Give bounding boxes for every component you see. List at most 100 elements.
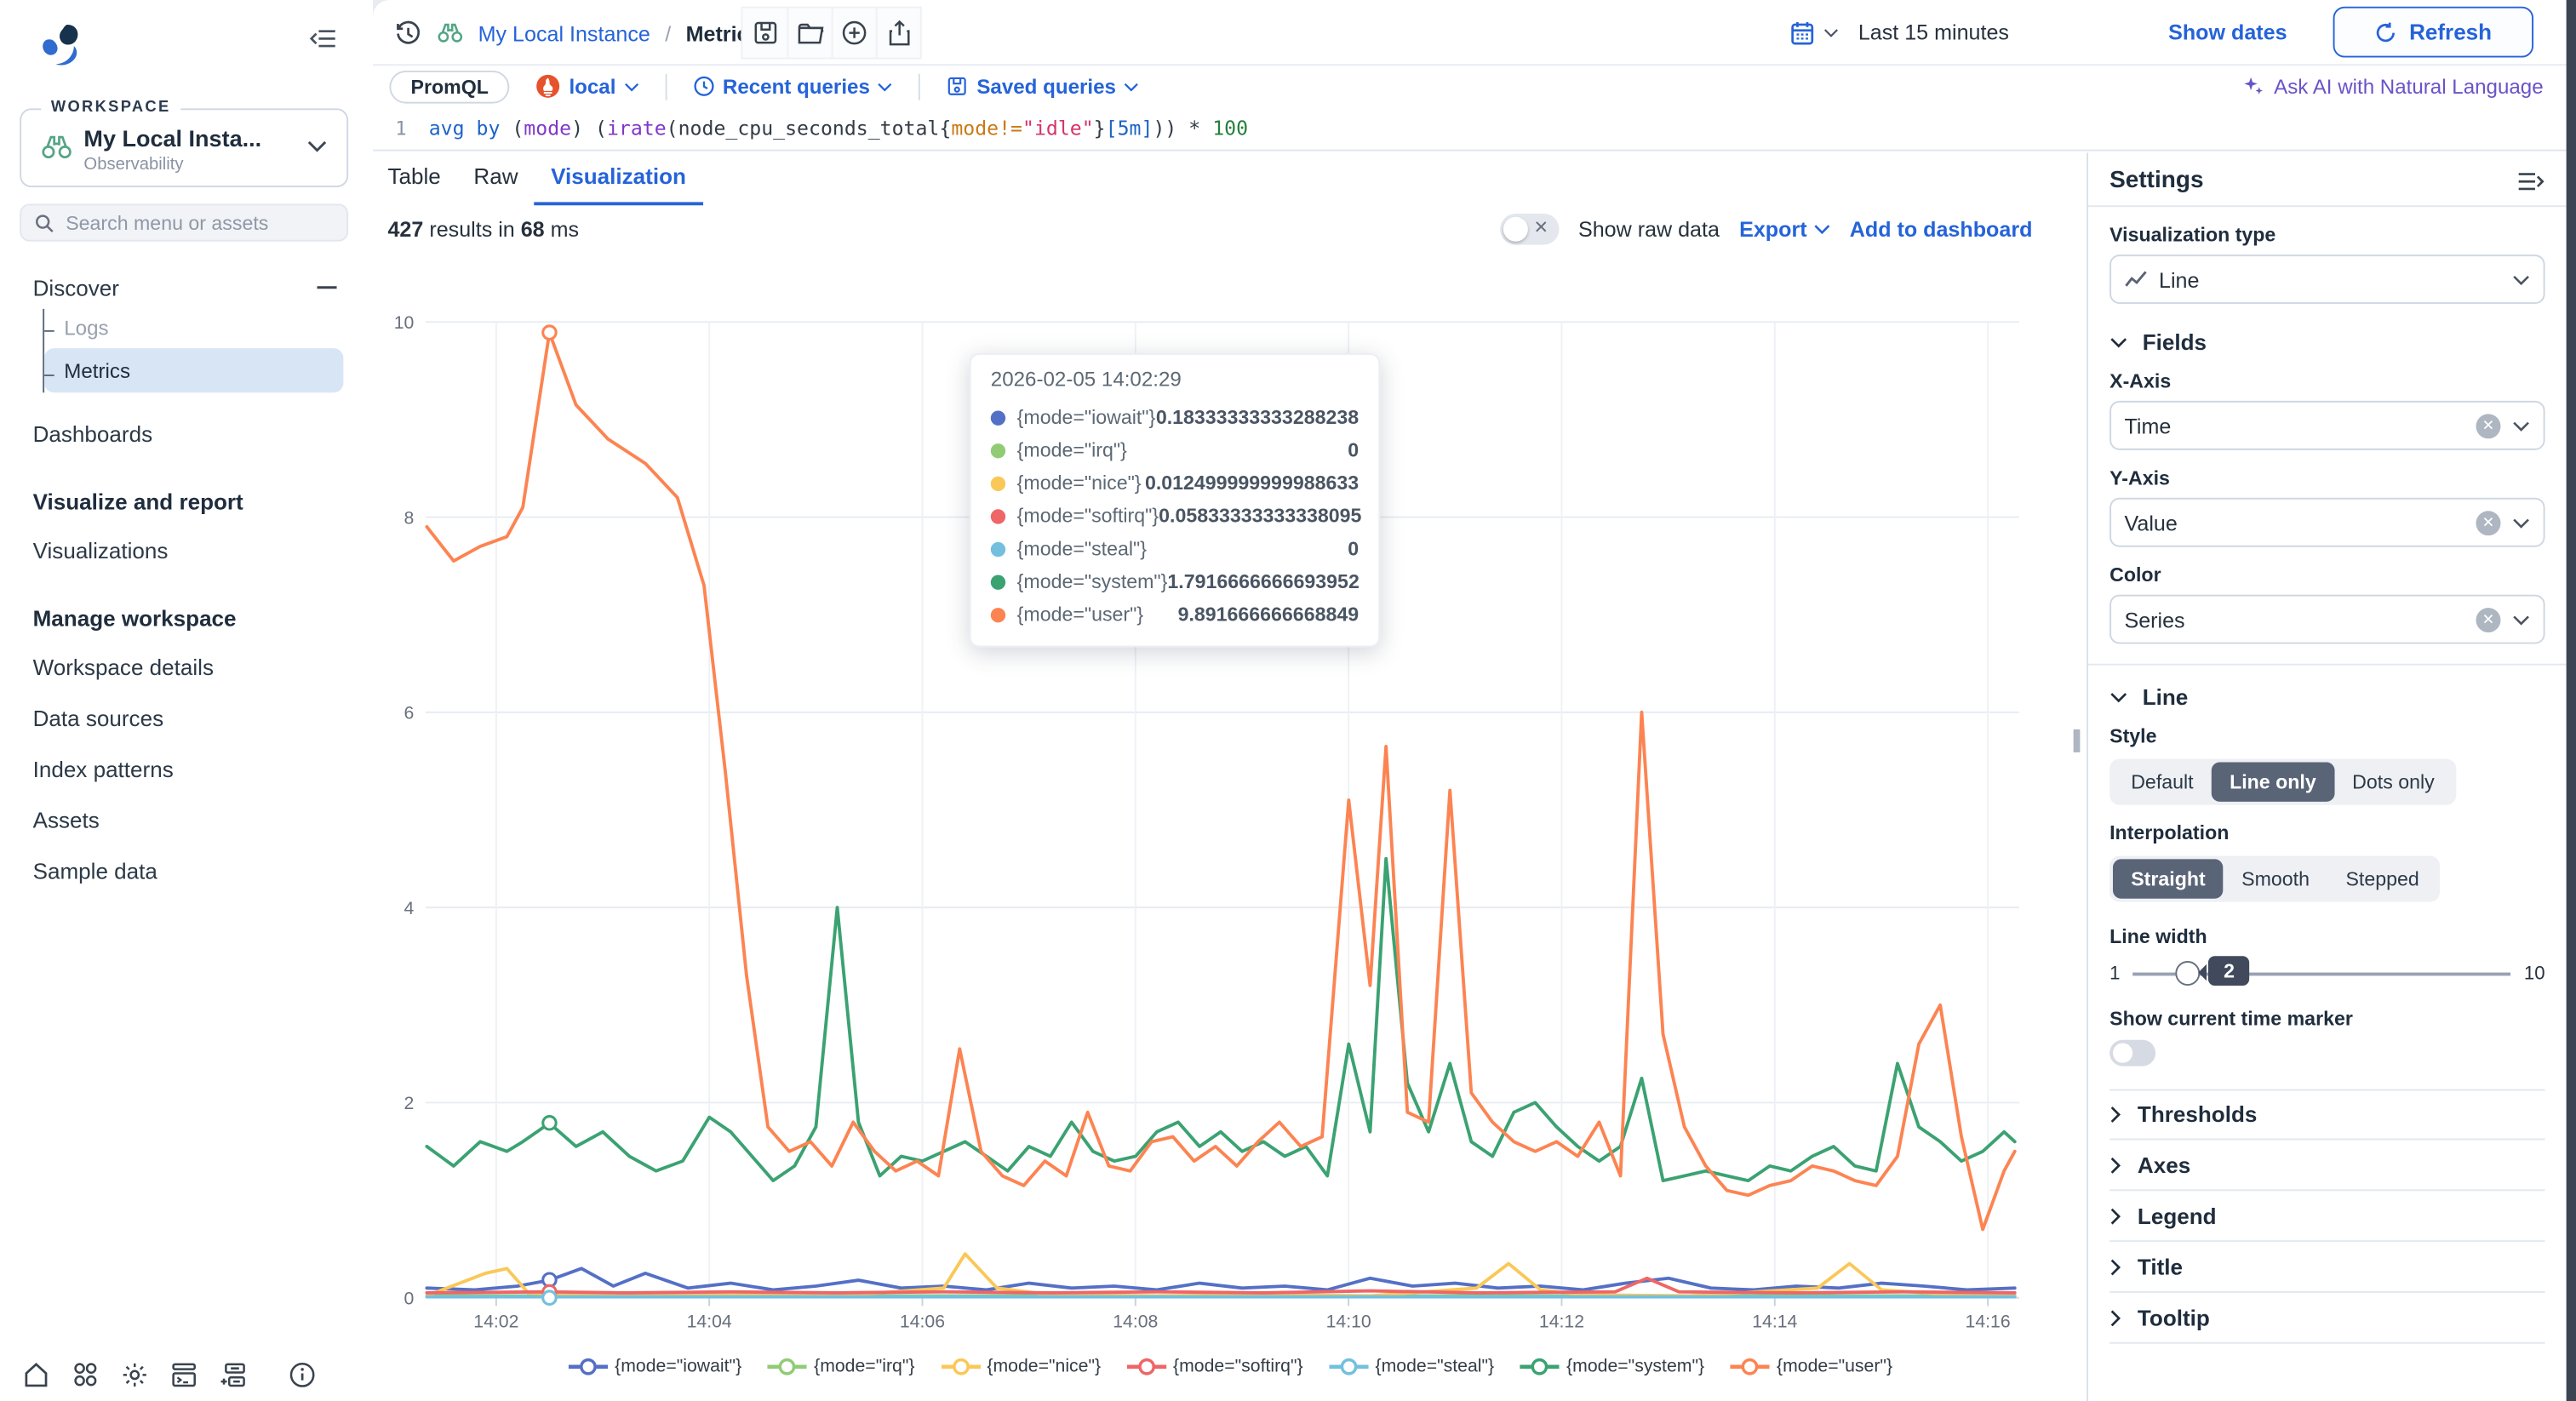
legend-item[interactable]: {mode="irq"}	[768, 1357, 914, 1376]
legend-marker-icon	[768, 1357, 807, 1376]
sidebar-item-data-sources[interactable]: Data sources	[0, 696, 373, 739]
y-axis-label: Y-Axis	[2109, 466, 2545, 489]
share-icon	[886, 20, 911, 46]
refresh-button[interactable]: Refresh	[2333, 7, 2533, 58]
accordion-legend[interactable]: Legend	[2109, 1191, 2545, 1242]
home-icon[interactable]	[21, 1360, 51, 1390]
folder-icon	[796, 20, 824, 45]
fields-section-header[interactable]: Fields	[2109, 317, 2545, 366]
legend-item[interactable]: {mode="user"}	[1731, 1357, 1892, 1376]
datasource-selector[interactable]: local	[536, 74, 639, 99]
query-editor[interactable]: 1 avg by (mode) (irate(node_cpu_seconds_…	[373, 106, 2567, 151]
query-history-icon[interactable]	[394, 19, 422, 47]
line-width-slider[interactable]: 1 2 10	[2109, 964, 2545, 984]
tooltip-series-row: {mode="iowait"}0.18333333333288238	[991, 401, 1359, 434]
ask-ai-button[interactable]: Ask AI with Natural Language	[2242, 75, 2543, 98]
tab-visualization[interactable]: Visualization	[535, 164, 702, 205]
tab-table[interactable]: Table	[387, 164, 440, 205]
promql-query-text[interactable]: avg by (mode) (irate(node_cpu_seconds_to…	[429, 117, 1248, 140]
settings-title: Settings	[2109, 168, 2203, 194]
share-button[interactable]	[876, 9, 920, 58]
style-option-default[interactable]: Default	[2113, 763, 2212, 802]
query-token: mode	[524, 117, 571, 140]
clear-icon[interactable]: ✕	[2476, 413, 2501, 437]
collapse-panel-icon[interactable]	[2517, 169, 2545, 193]
query-token: }	[1094, 117, 1106, 140]
series-color-dot	[991, 410, 1005, 425]
svg-text:14:10: 14:10	[1326, 1312, 1371, 1331]
tooltip-timestamp: 2026-02-05 14:02:29	[991, 368, 1359, 391]
sidebar-item-sample-data[interactable]: Sample data	[0, 849, 373, 892]
settings-gear-icon[interactable]	[120, 1360, 150, 1390]
legend-item[interactable]: {mode="iowait"}	[569, 1357, 741, 1376]
new-button[interactable]	[832, 9, 876, 58]
viz-type-select[interactable]: Line	[2109, 254, 2545, 304]
breadcrumb-workspace-link[interactable]: My Local Instance	[478, 20, 650, 45]
legend-marker-icon	[941, 1357, 980, 1376]
save-button[interactable]	[742, 9, 787, 58]
sidebar-item-assets[interactable]: Assets	[0, 798, 373, 841]
panel-resize-handle[interactable]	[2074, 729, 2081, 752]
recent-queries-button[interactable]: Recent queries	[693, 75, 893, 98]
show-raw-data-toggle[interactable]: ✕	[1499, 214, 1558, 245]
accordion-title[interactable]: Title	[2109, 1242, 2545, 1293]
slider-track[interactable]: 2	[2133, 973, 2511, 976]
clear-icon[interactable]: ✕	[2476, 607, 2501, 632]
sidebar-item-metrics[interactable]: Metrics	[44, 348, 343, 392]
slider-knob[interactable]	[2176, 961, 2201, 986]
open-button[interactable]	[787, 9, 831, 58]
chevron-right-icon	[2109, 1207, 2121, 1225]
query-language-button[interactable]: PromQL	[389, 70, 510, 103]
sidebar-item-logs[interactable]: Logs	[44, 309, 373, 348]
sidebar-item-discover[interactable]: Discover	[0, 266, 373, 309]
info-icon[interactable]	[288, 1360, 318, 1390]
y-axis-select[interactable]: Value ✕	[2109, 498, 2545, 547]
export-button[interactable]: Export	[1739, 217, 1829, 242]
sidebar-section-visualize: Visualize and report	[0, 481, 373, 520]
sidebar-item-dashboards[interactable]: Dashboards	[0, 412, 373, 455]
clear-icon[interactable]: ✕	[2476, 510, 2501, 535]
svg-text:4: 4	[404, 899, 415, 918]
accordion-thresholds[interactable]: Thresholds	[2109, 1089, 2545, 1141]
interpolation-option-stepped[interactable]: Stepped	[2327, 859, 2437, 898]
show-dates-link[interactable]: Show dates	[2168, 20, 2287, 44]
style-option-dots-only[interactable]: Dots only	[2334, 763, 2453, 802]
color-select[interactable]: Series ✕	[2109, 595, 2545, 644]
interpolation-option-smooth[interactable]: Smooth	[2224, 859, 2327, 898]
legend-item[interactable]: {mode="steal"}	[1329, 1357, 1494, 1376]
devtools-console-icon[interactable]	[169, 1360, 199, 1390]
interpolation-option-straight[interactable]: Straight	[2113, 859, 2224, 898]
apps-icon[interactable]	[71, 1360, 100, 1390]
legend-item[interactable]: {mode="nice"}	[941, 1357, 1101, 1376]
x-axis-select[interactable]: Time ✕	[2109, 401, 2545, 450]
clock-icon	[693, 76, 714, 97]
opensearch-logo-icon	[33, 20, 86, 72]
svg-text:14:02: 14:02	[473, 1312, 518, 1331]
line-section-header[interactable]: Line	[2109, 672, 2545, 721]
slider-value-badge: 2	[2209, 956, 2250, 986]
tooltip-series-row: {mode="user"}9.891666666668849	[991, 598, 1359, 632]
legend-item[interactable]: {mode="system"}	[1520, 1357, 1704, 1376]
collapse-sidebar-icon[interactable]	[309, 26, 337, 51]
page-actions	[741, 7, 921, 60]
time-marker-toggle[interactable]	[2109, 1040, 2155, 1066]
window-scrollbar[interactable]	[2567, 0, 2576, 1401]
legend-item[interactable]: {mode="softirq"}	[1127, 1357, 1303, 1376]
style-option-line-only[interactable]: Line only	[2212, 763, 2334, 802]
series-value: 1.7916666666693952	[1167, 570, 1359, 593]
workspace-selector[interactable]: WORKSPACE My Local Insta... Observabilit…	[20, 108, 348, 187]
calendar-icon	[1789, 19, 1816, 45]
sidebar-search-input[interactable]: Search menu or assets	[20, 203, 348, 241]
breadcrumb-separator: /	[665, 20, 671, 45]
add-to-dashboard-button[interactable]: Add to dashboard	[1850, 217, 2033, 242]
tab-raw[interactable]: Raw	[473, 164, 518, 205]
accordion-axes[interactable]: Axes	[2109, 1140, 2545, 1191]
series-value: 0.012499999999988633	[1145, 472, 1359, 495]
sidebar-item-visualizations[interactable]: Visualizations	[0, 529, 373, 571]
date-range-picker[interactable]: Last 15 minutes Show dates	[1772, 7, 2303, 58]
add-panel-icon[interactable]	[219, 1360, 249, 1390]
sidebar-item-index-patterns[interactable]: Index patterns	[0, 747, 373, 790]
saved-queries-button[interactable]: Saved queries	[947, 75, 1139, 98]
accordion-tooltip[interactable]: Tooltip	[2109, 1293, 2545, 1344]
sidebar-item-workspace-details[interactable]: Workspace details	[0, 645, 373, 688]
